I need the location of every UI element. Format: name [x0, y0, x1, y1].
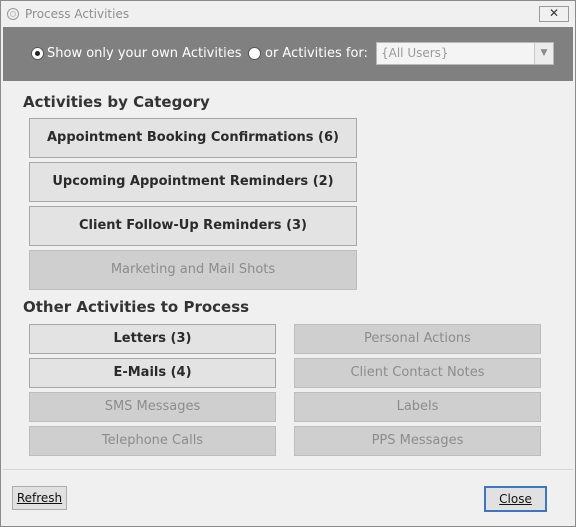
close-button-label: Close: [499, 492, 532, 506]
refresh-button[interactable]: Refresh: [12, 486, 67, 510]
refresh-button-label: Refresh: [16, 491, 63, 505]
categories-heading: Activities by Category: [23, 93, 210, 111]
close-button[interactable]: Close: [484, 486, 547, 512]
appointment-booking-confirmations-button[interactable]: Appointment Booking Confirmations (6): [29, 118, 357, 158]
labels-button[interactable]: Labels: [294, 392, 541, 422]
activities-for-label[interactable]: or Activities for:: [265, 46, 368, 61]
marketing-mail-shots-button[interactable]: Marketing and Mail Shots: [29, 250, 357, 290]
own-activities-label[interactable]: Show only your own Activities: [47, 46, 241, 61]
emails-button[interactable]: E-Mails (4): [29, 358, 276, 388]
activities-for-radio[interactable]: [248, 47, 261, 60]
activity-filter-bar: Show only your own Activities or Activit…: [3, 27, 573, 81]
client-contact-notes-button[interactable]: Client Contact Notes: [294, 358, 541, 388]
user-select-value: {All Users}: [381, 46, 449, 60]
sms-messages-button[interactable]: SMS Messages: [29, 392, 276, 422]
pps-messages-button[interactable]: PPS Messages: [294, 426, 541, 456]
dialog-footer: Refresh Close: [3, 469, 573, 525]
telephone-calls-button[interactable]: Telephone Calls: [29, 426, 276, 456]
title-bar: Process Activities ✕: [1, 1, 575, 27]
app-circle-icon: [7, 8, 19, 20]
upcoming-appointment-reminders-button[interactable]: Upcoming Appointment Reminders (2): [29, 162, 357, 202]
window-title: Process Activities: [25, 7, 130, 21]
close-icon: ✕: [548, 6, 560, 20]
window-close-button[interactable]: ✕: [539, 6, 569, 22]
letters-button[interactable]: Letters (3): [29, 324, 276, 354]
other-activities-heading: Other Activities to Process: [23, 298, 250, 316]
own-activities-radio[interactable]: [31, 47, 44, 60]
activities-panel: Activities by Category Appointment Booki…: [3, 81, 573, 469]
personal-actions-button[interactable]: Personal Actions: [294, 324, 541, 354]
process-activities-window: Process Activities ✕ Show only your own …: [0, 0, 576, 527]
client-follow-up-reminders-button[interactable]: Client Follow-Up Reminders (3): [29, 206, 357, 246]
user-select[interactable]: {All Users} ▼: [376, 42, 554, 65]
chevron-down-icon[interactable]: ▼: [534, 43, 553, 64]
